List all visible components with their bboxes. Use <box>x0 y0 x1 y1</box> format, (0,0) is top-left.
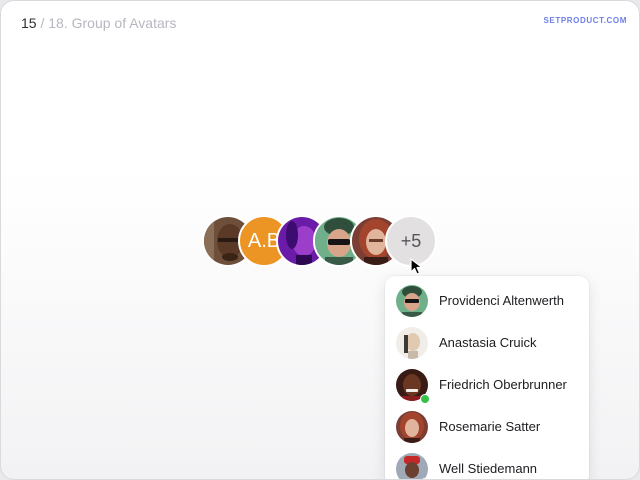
menu-item-name: Rosemarie Satter <box>439 419 541 434</box>
page-title: 15 / 18. Group of Avatars <box>21 15 176 31</box>
menu-item-name: Anastasia Cruick <box>439 335 537 350</box>
more-avatars-count: +5 <box>400 230 422 251</box>
avatar-providenci <box>396 285 428 317</box>
title-separator: / <box>36 15 49 31</box>
menu-item-rosemarie[interactable]: Rosemarie Satter <box>385 407 589 447</box>
avatar-group: A.B +5 <box>202 215 442 267</box>
brand-link[interactable]: SETPRODUCT.COM <box>543 16 627 25</box>
avatar-dropdown-menu: Providenci Altenwerth Anastasia Cruick F… <box>385 276 589 479</box>
menu-item-name: Providenci Altenwerth <box>439 293 565 308</box>
menu-item-anastasia[interactable]: Anastasia Cruick <box>385 323 589 363</box>
avatar-rosemarie <box>396 411 428 443</box>
menu-item-well[interactable]: Well Stiedemann <box>385 449 589 479</box>
page-number: 15 <box>21 15 37 31</box>
avatar-anastasia <box>396 327 428 359</box>
artboard: 15 / 18. Group of Avatars SETPRODUCT.COM… <box>0 0 640 480</box>
menu-item-friedrich[interactable]: Friedrich Oberbrunner <box>385 365 589 405</box>
page-title-text: 18. Group of Avatars <box>48 15 177 31</box>
online-status-dot <box>420 394 430 404</box>
mouse-cursor-icon <box>410 258 423 275</box>
avatar-well <box>396 453 428 479</box>
menu-item-providenci[interactable]: Providenci Altenwerth <box>385 281 589 321</box>
menu-item-name: Friedrich Oberbrunner <box>439 377 567 392</box>
menu-item-name: Well Stiedemann <box>439 461 538 476</box>
